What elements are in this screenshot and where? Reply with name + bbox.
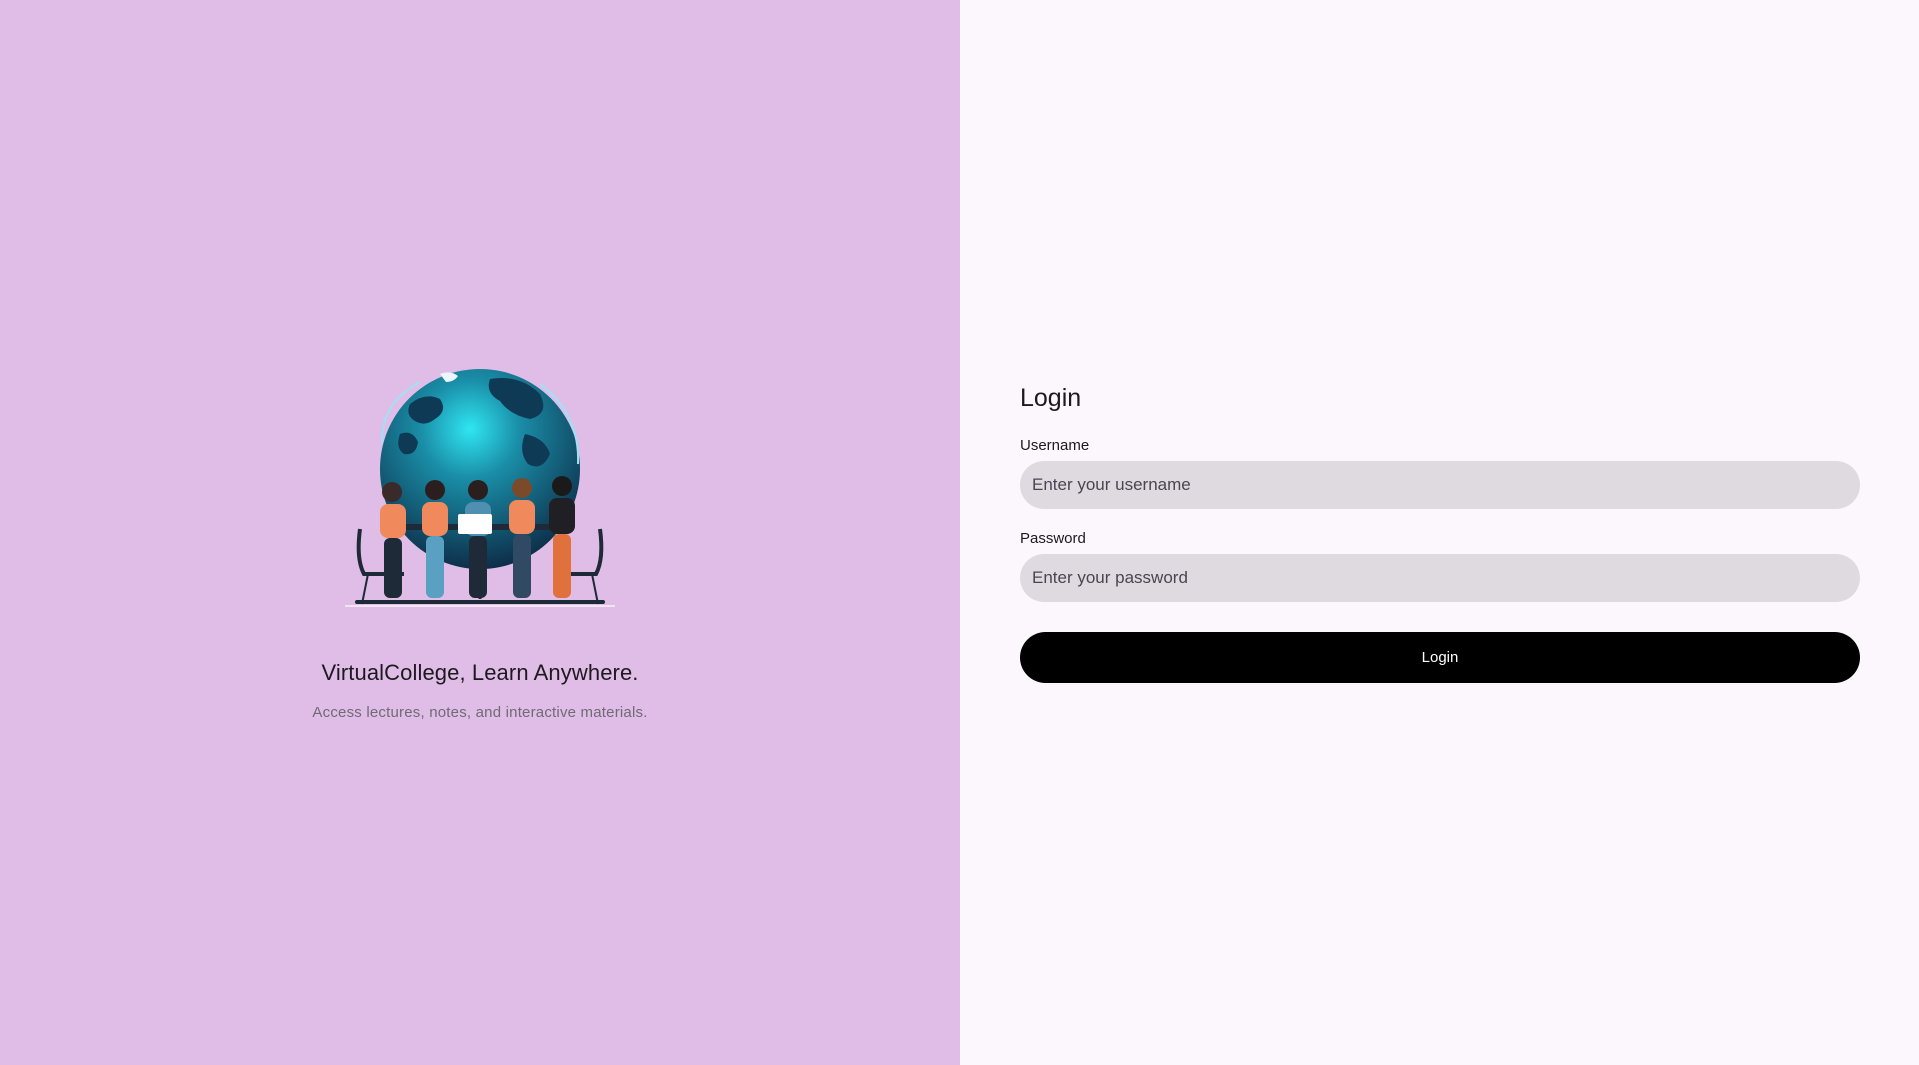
username-label: Username <box>1020 437 1090 454</box>
login-button[interactable]: Login <box>1020 632 1860 683</box>
login-page: VirtualCollege, Learn Anywhere. Access l… <box>0 0 1919 1065</box>
brand-panel: VirtualCollege, Learn Anywhere. Access l… <box>0 0 960 1065</box>
login-heading: Login <box>1020 384 1082 412</box>
brand-subtitle: Access lectures, notes, and interactive … <box>312 704 648 721</box>
username-input[interactable] <box>1020 461 1860 509</box>
password-label: Password <box>1020 530 1086 547</box>
students-globe-illustration <box>345 369 615 607</box>
brand-title: VirtualCollege, Learn Anywhere. <box>321 660 639 685</box>
login-panel: Login Username Password Login <box>960 0 1919 1065</box>
password-input[interactable] <box>1020 554 1860 602</box>
